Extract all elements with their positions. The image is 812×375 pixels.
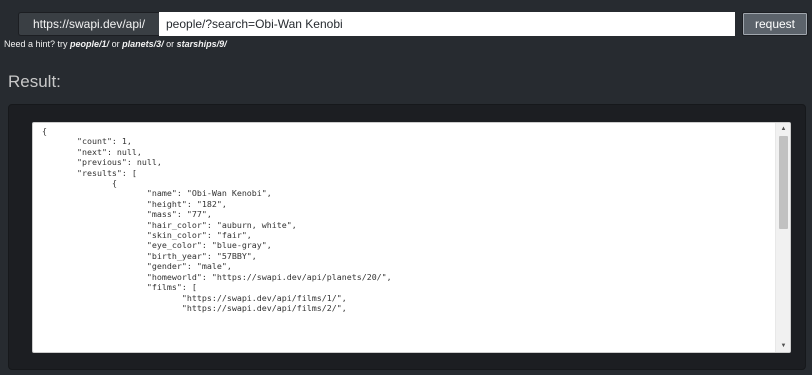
hint-text: Need a hint? try people/1/ or planets/3/… [4,39,227,49]
result-heading: Result: [8,72,61,91]
hint-link-starships[interactable]: starships/9/ [177,39,227,49]
url-prefix-addon: https://swapi.dev/api/ [18,12,159,36]
request-button[interactable]: request [742,12,808,36]
hint-separator: or [109,39,123,49]
scrollbar-thumb[interactable] [779,136,788,229]
query-input[interactable] [159,12,735,36]
result-box[interactable]: { "count": 1, "next": null, "previous": … [32,122,791,353]
scroll-down-icon[interactable]: ▼ [776,340,790,352]
scroll-up-icon[interactable]: ▲ [776,123,790,135]
vertical-scrollbar[interactable]: ▲ ▼ [775,123,790,352]
request-bar: https://swapi.dev/api/ request [18,12,808,36]
hint-separator: or [163,39,177,49]
hint-prefix: Need a hint? try [4,39,71,49]
hint-link-people[interactable]: people/1/ [70,39,109,49]
hint-link-planets[interactable]: planets/3/ [122,39,164,49]
json-output: { "count": 1, "next": null, "previous": … [42,126,392,313]
page: https://swapi.dev/api/ request Need a hi… [0,0,812,375]
